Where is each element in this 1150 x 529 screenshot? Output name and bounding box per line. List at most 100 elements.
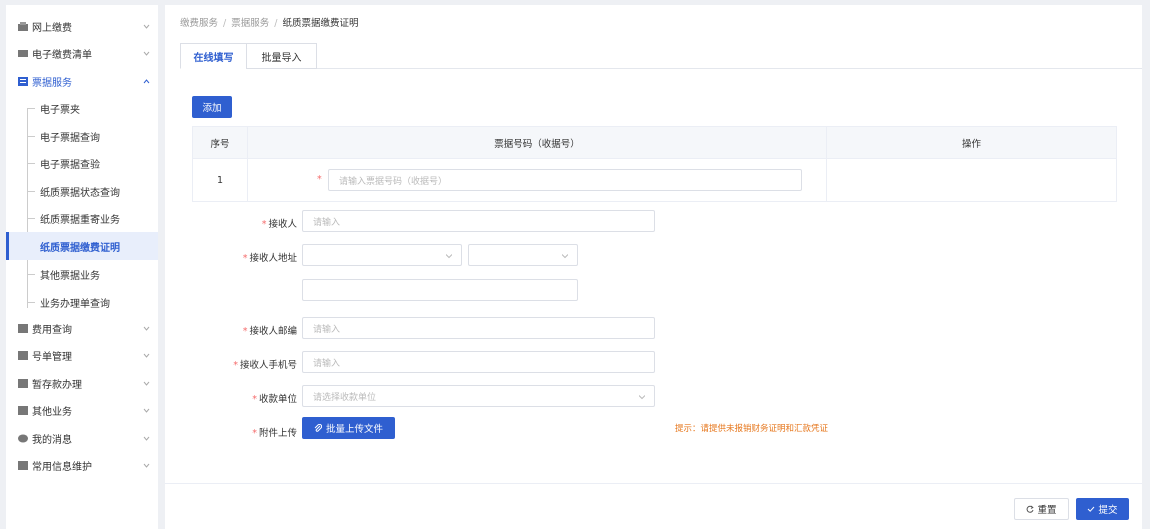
sidebar-item-label: 常用信息维护 — [32, 462, 92, 473]
table-cell-actions — [826, 158, 1117, 202]
phone-label: * 接收人手机号 — [215, 357, 297, 371]
fee-icon — [18, 324, 28, 333]
label-text: 接收人邮编 — [249, 326, 297, 337]
address-province-select[interactable] — [302, 244, 462, 266]
tab-underline — [180, 68, 1142, 69]
button-label: 提交 — [1098, 505, 1118, 516]
input-placeholder: 请输入票据号码（收据号） — [339, 176, 448, 187]
chevron-down-icon — [143, 379, 150, 386]
table-header: 序号 — [192, 126, 248, 159]
business-icon — [18, 406, 28, 415]
breadcrumb-item[interactable]: 缴费服务 — [180, 18, 218, 29]
submit-button[interactable]: 提交 — [1076, 498, 1129, 520]
breadcrumb-separator: / — [223, 18, 227, 29]
sidebar-item-fee-query[interactable]: 费用查询 — [6, 315, 158, 342]
breadcrumb-separator: / — [274, 18, 278, 29]
table-header: 票据号码（收据号） — [247, 126, 827, 159]
settings-icon — [18, 461, 28, 470]
sidebar-subitem-paper-payment-proof[interactable]: 纸质票据缴费证明 — [6, 232, 158, 260]
tab-batch-import[interactable]: 批量导入 — [246, 43, 317, 69]
input-placeholder: 请输入 — [313, 358, 341, 369]
chevron-down-icon — [143, 351, 150, 358]
sidebar-subitem-label: 电子票夹 — [40, 104, 80, 116]
chevron-down-icon — [143, 324, 150, 331]
payee-label: * 收款单位 — [225, 391, 297, 405]
sidebar-item-label: 其他业务 — [32, 407, 72, 418]
postcode-label: * 接收人邮编 — [225, 323, 297, 337]
chevron-down-icon — [143, 49, 150, 56]
sidebar-item-online-payment[interactable]: 网上缴费 — [6, 13, 158, 40]
input-placeholder: 请输入 — [313, 217, 341, 228]
sidebar-item-my-messages[interactable]: 我的消息 — [6, 425, 158, 452]
breadcrumb-item[interactable]: 票据服务 — [231, 18, 269, 29]
chevron-down-icon — [445, 252, 453, 259]
sidebar-item-label: 我的消息 — [32, 435, 72, 446]
add-button[interactable]: 添加 — [192, 96, 232, 118]
receiver-input[interactable]: 请输入 — [302, 210, 655, 232]
sidebar-item-deposit[interactable]: 暂存款办理 — [6, 370, 158, 397]
invoice-number-input[interactable]: 请输入票据号码（收据号） — [328, 169, 802, 191]
payee-select[interactable]: 请选择收款单位 — [302, 385, 655, 407]
sidebar-item-other-business[interactable]: 其他业务 — [6, 397, 158, 424]
phone-input[interactable]: 请输入 — [302, 351, 655, 373]
sidebar-subitem-e-invoice-verify[interactable]: 电子票据查验 — [6, 149, 158, 177]
label-text: 附件上传 — [258, 428, 297, 439]
number-icon — [18, 351, 28, 360]
table-row: 1 * 请输入票据号码（收据号） — [192, 158, 1117, 202]
required-mark: * — [242, 326, 248, 337]
check-icon — [1087, 505, 1095, 513]
address-detail-input[interactable] — [302, 279, 578, 301]
sidebar-item-info-maintenance[interactable]: 常用信息维护 — [6, 452, 158, 479]
sidebar-subitem-e-invoice-query[interactable]: 电子票据查询 — [6, 122, 158, 150]
deposit-icon — [18, 379, 28, 388]
invoice-table: 序号 票据号码（收据号） 操作 1 * 请输入票据号码（收据号） — [192, 126, 1117, 202]
reset-button[interactable]: 重置 — [1014, 498, 1069, 520]
required-mark: * — [317, 174, 322, 185]
table-cell-invoice-number: * 请输入票据号码（收据号） — [247, 158, 827, 202]
sidebar-subitem-label: 纸质票据状态查询 — [40, 187, 120, 199]
input-placeholder: 请输入 — [313, 324, 341, 335]
button-label: 重置 — [1037, 505, 1057, 516]
tab-online-fill[interactable]: 在线填写 — [180, 43, 247, 69]
sidebar-subitem-label: 电子票据查验 — [40, 159, 100, 171]
invoice-icon — [18, 77, 28, 86]
sidebar-subitem-other-invoice[interactable]: 其他票据业务 — [6, 260, 158, 288]
breadcrumb: 缴费服务 / 票据服务 / 纸质票据缴费证明 — [180, 15, 358, 29]
address-city-select[interactable] — [468, 244, 578, 266]
sidebar-subitem-label: 电子票据查询 — [40, 132, 100, 144]
main-panel: 缴费服务 / 票据服务 / 纸质票据缴费证明 在线填写 批量导入 添加 序号 票据号码（… — [165, 5, 1142, 529]
sidebar: 网上缴费 电子缴费清单 票据服务 电子票夹 电子票据查询 电子票据查验 纸质票据… — [6, 5, 158, 529]
required-mark: * — [261, 219, 267, 230]
label-text: 接收人地址 — [249, 253, 297, 264]
sidebar-subitem-paper-resend[interactable]: 纸质票据重寄业务 — [6, 204, 158, 232]
sidebar-subitem-paper-status[interactable]: 纸质票据状态查询 — [6, 177, 158, 205]
table-header: 操作 — [826, 126, 1117, 159]
sidebar-item-number-management[interactable]: 号单管理 — [6, 342, 158, 369]
chevron-down-icon — [143, 22, 150, 29]
refresh-icon — [1026, 505, 1035, 513]
message-icon — [18, 434, 28, 443]
sidebar-item-label: 电子缴费清单 — [32, 50, 92, 61]
breadcrumb-current: 纸质票据缴费证明 — [282, 18, 359, 29]
sidebar-item-label: 暂存款办理 — [32, 380, 82, 391]
tab-label: 在线填写 — [193, 52, 234, 64]
list-icon — [18, 49, 28, 58]
paperclip-icon — [314, 424, 322, 432]
sidebar-subitem-e-wallet[interactable]: 电子票夹 — [6, 94, 158, 122]
sidebar-item-invoice-service[interactable]: 票据服务 — [6, 68, 158, 95]
table-cell-index: 1 — [192, 158, 248, 202]
sidebar-item-label: 费用查询 — [32, 325, 72, 336]
sidebar-subitem-label: 其他票据业务 — [40, 270, 100, 282]
sidebar-subitem-order-query[interactable]: 业务办理单查询 — [6, 288, 158, 316]
chevron-down-icon — [143, 461, 150, 468]
batch-upload-button[interactable]: 批量上传文件 — [302, 417, 395, 439]
chevron-up-icon — [143, 77, 150, 84]
sidebar-subitem-label: 纸质票据缴费证明 — [40, 242, 120, 254]
postcode-input[interactable]: 请输入 — [302, 317, 655, 339]
payment-icon — [18, 22, 28, 31]
required-mark: * — [233, 360, 238, 371]
sidebar-item-e-payment-list[interactable]: 电子缴费清单 — [6, 40, 158, 67]
chevron-down-icon — [143, 434, 150, 441]
required-mark: * — [252, 428, 257, 439]
upload-hint: 提示：请提供未报销财务证明和汇款凭证 — [675, 424, 829, 434]
